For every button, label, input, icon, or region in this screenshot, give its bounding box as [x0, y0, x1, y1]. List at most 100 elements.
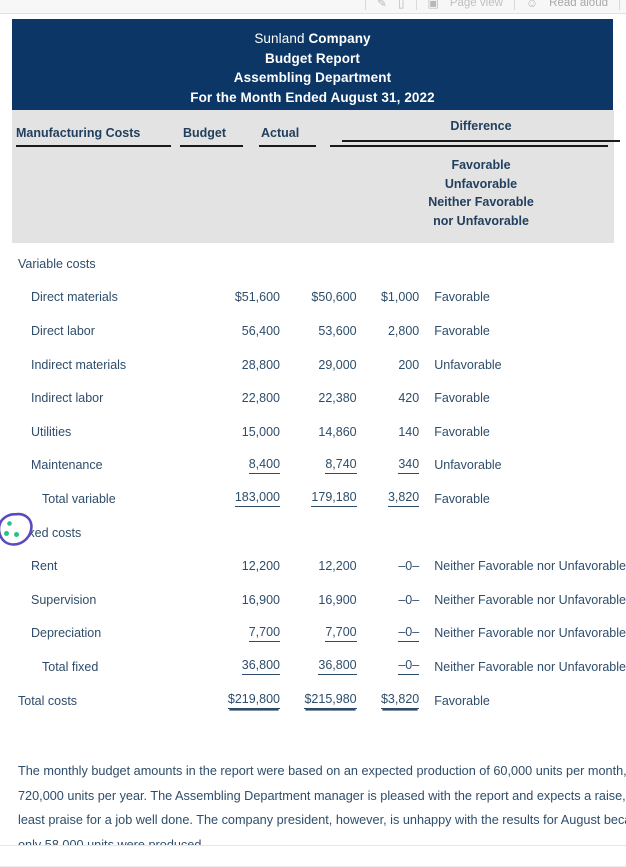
row-label: Rent [31, 559, 58, 574]
explanatory-paragraph: The monthly budget amounts in the report… [18, 764, 626, 845]
table-row: Direct labor 56,400 53,600 2,800 Favorab… [0, 314, 626, 348]
report-period: For the Month Ended August 31, 2022 [190, 89, 435, 105]
column-rule-budget [180, 145, 243, 147]
table-row: Maintenance 8,400 8,740 340 Unfavorable [0, 449, 626, 483]
budget-report-table: Variable costs Direct materials $51,600 … [0, 247, 626, 717]
row-actual: 14,860 [318, 424, 357, 439]
column-rule-difference [330, 145, 608, 147]
subtotal-row: Total variable 183,000 179,180 3,820 Fav… [0, 482, 626, 516]
row-actual: 12,200 [318, 559, 357, 574]
difference-legend-line-2: Unfavorable [444, 176, 518, 191]
row-budget: 12,200 [241, 559, 281, 574]
section-heading-row: Fixed costs [0, 516, 626, 550]
row-label: Depreciation [31, 626, 102, 641]
report-title-band: Sunland Company Budget Report Assembling… [12, 19, 613, 110]
row-difference: 3,820 [361, 482, 424, 516]
document-page: Sunland Company Budget Report Assembling… [0, 14, 626, 845]
reader-toolbar: ✎ ▯ ▣ Page view ☺ Read aloud [0, 0, 626, 14]
row-note: Neither Favorable nor Unfavorable [434, 592, 626, 607]
report-company-line: Sunland Company [12, 29, 613, 49]
row-budget: $51,600 [234, 290, 281, 305]
row-label: Direct labor [31, 323, 95, 338]
row-difference: 420 [398, 391, 420, 406]
toolbar-divider [415, 0, 417, 10]
row-note: Neither Favorable nor Unfavorable [434, 559, 626, 574]
row-actual: 8,740 [284, 449, 361, 483]
row-label: Supervision [31, 592, 97, 607]
section-heading-variable-costs: Variable costs [18, 256, 96, 271]
row-actual: 36,800 [284, 650, 361, 684]
row-note: Favorable [434, 424, 490, 439]
row-note: Favorable [434, 693, 490, 708]
row-actual: $215,980 [284, 684, 361, 718]
row-difference: 140 [398, 424, 420, 439]
page-view-button[interactable]: Page view [450, 0, 503, 9]
read-aloud-icon[interactable]: ☺ [526, 0, 538, 10]
difference-legend-line-4: nor Unfavorable [433, 213, 529, 228]
difference-legend-line-1: Favorable [451, 158, 511, 172]
row-label: Direct materials [31, 290, 118, 305]
draw-icon[interactable]: ✎ [377, 0, 387, 10]
column-rule-actual [259, 145, 316, 147]
row-difference: $1,000 [380, 290, 420, 305]
row-label: Total costs [18, 693, 78, 708]
difference-legend-line-3: Neither Favorable [428, 195, 534, 210]
table-row: Rent 12,200 12,200 –0– Neither Favorable… [0, 549, 626, 583]
row-difference: $3,820 [361, 684, 424, 718]
subtotal-row: Total fixed 36,800 36,800 –0– Neither Fa… [0, 650, 626, 684]
row-note: Favorable [434, 491, 490, 506]
row-actual: 29,000 [318, 357, 357, 372]
row-label: Indirect labor [31, 391, 104, 406]
column-rule-manufacturing-costs [16, 145, 171, 147]
row-difference: 200 [398, 357, 420, 372]
page-separator [0, 845, 626, 867]
row-note: Neither Favorable nor Unfavorable [434, 659, 626, 674]
row-actual: 179,180 [284, 482, 361, 516]
row-actual: 53,600 [318, 323, 357, 338]
table-row: Depreciation 7,700 7,700 –0– Neither Fav… [0, 617, 626, 651]
page-view-icon[interactable]: ▣ [428, 0, 439, 10]
row-actual: 22,380 [318, 391, 357, 406]
row-budget: 183,000 [207, 482, 284, 516]
row-budget: 56,400 [241, 323, 281, 338]
row-actual: $50,600 [311, 290, 357, 305]
table-row: Indirect labor 22,800 22,380 420 Favorab… [0, 381, 626, 415]
row-budget: 28,800 [241, 357, 281, 372]
row-note: Favorable [434, 391, 490, 406]
row-difference: –0– [398, 592, 420, 607]
row-budget: 22,800 [241, 391, 281, 406]
row-difference: –0– [398, 559, 420, 574]
row-budget: 16,900 [241, 592, 281, 607]
row-difference: –0– [361, 617, 424, 651]
difference-group-rule [342, 140, 620, 142]
cookie-consent-icon[interactable] [0, 511, 36, 549]
row-budget: $219,800 [207, 684, 284, 718]
row-note: Unfavorable [434, 357, 502, 372]
grand-total-row: Total costs $219,800 $215,980 $3,820 Fav… [0, 684, 626, 718]
row-label: Utilities [31, 424, 72, 439]
table-row: Utilities 15,000 14,860 140 Favorable [0, 415, 626, 449]
highlight-icon[interactable]: ▯ [398, 0, 405, 10]
row-note: Favorable [434, 290, 490, 305]
report-subtitle: Budget Report [264, 50, 361, 66]
company-name-bold: Company [308, 31, 371, 46]
row-label: Indirect materials [31, 357, 127, 372]
column-header-budget: Budget [183, 126, 227, 140]
toolbar-divider [513, 0, 515, 10]
read-aloud-button[interactable]: Read aloud [549, 0, 608, 9]
row-budget: 8,400 [207, 449, 284, 483]
row-note: Unfavorable [434, 458, 502, 473]
row-difference: 2,800 [387, 323, 420, 338]
toolbar-divider [619, 0, 620, 10]
column-header-manufacturing-costs: Manufacturing Costs [16, 126, 141, 140]
row-difference: –0– [361, 650, 424, 684]
row-actual: 7,700 [284, 617, 361, 651]
row-label: Maintenance [31, 458, 103, 473]
column-header-actual: Actual [261, 126, 300, 140]
table-row: Indirect materials 28,800 29,000 200 Unf… [0, 348, 626, 382]
report-department: Assembling Department [233, 70, 392, 85]
difference-group-header: Difference [450, 119, 512, 133]
table-row: Direct materials $51,600 $50,600 $1,000 … [0, 281, 626, 315]
row-actual: 16,900 [318, 592, 357, 607]
difference-legend: Favorable Unfavorable Neither Favorable … [342, 156, 620, 230]
